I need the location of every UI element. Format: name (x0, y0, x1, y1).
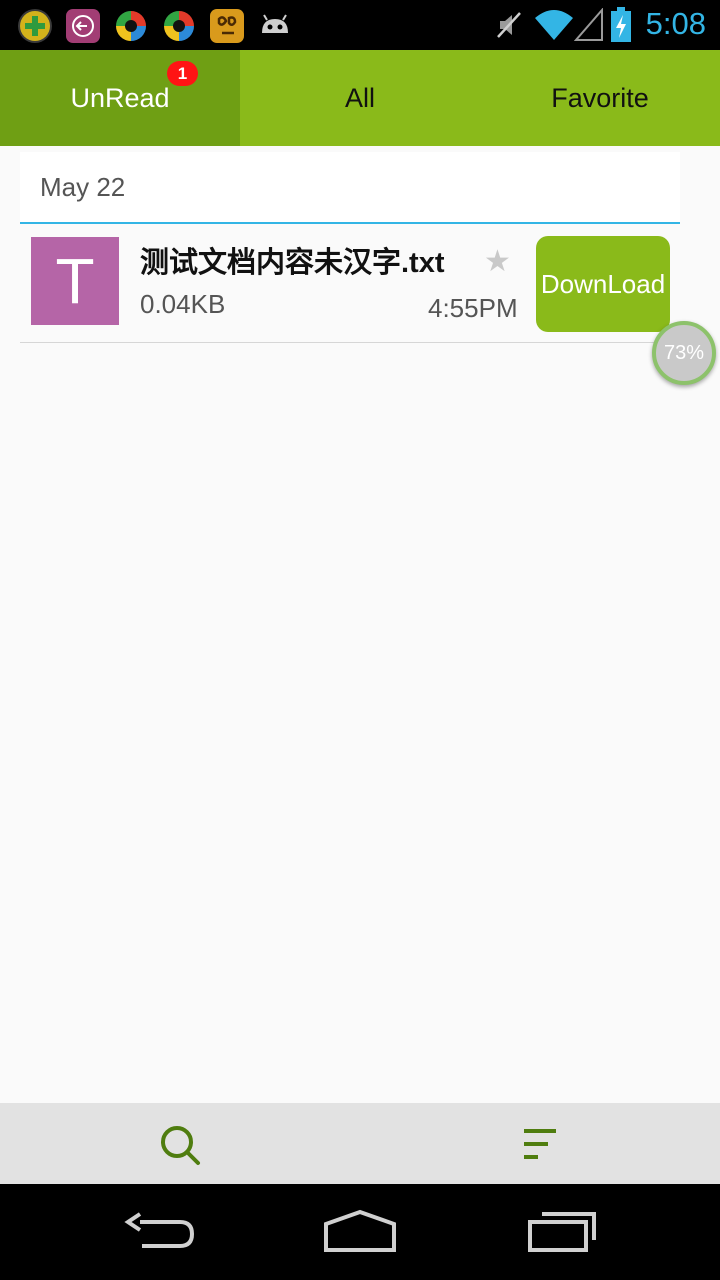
sort-icon[interactable] (518, 1123, 562, 1167)
signal-icon (574, 8, 603, 41)
android-icon (258, 9, 292, 43)
download-button[interactable]: DownLoad (536, 236, 670, 332)
wifi-icon (535, 10, 573, 40)
date-group-header: May 22 (20, 152, 680, 224)
home-icon[interactable] (320, 1206, 400, 1258)
tab-unread-label: UnRead (70, 82, 170, 113)
tab-bar: UnRead 1 All Favorite (0, 50, 720, 146)
ball-app-icon (114, 9, 148, 43)
tab-all-label: All (344, 82, 375, 113)
unread-count-badge: 1 (167, 61, 198, 86)
plus-app-icon (18, 9, 52, 43)
file-time: 4:55PM (428, 293, 518, 323)
list-item[interactable]: T 测试文档内容未汉字.txt ★ 0.04KB 4:55PM DownLoad (20, 226, 680, 343)
tab-all[interactable]: All (240, 50, 480, 146)
file-size: 0.04KB (140, 289, 226, 319)
chinese-app-icon (210, 9, 244, 43)
file-type-thumbnail: T (31, 237, 119, 325)
favorite-star-icon[interactable]: ★ (484, 244, 511, 279)
file-name: 测试文档内容未汉字.txt (140, 247, 445, 279)
battery-charging-icon (611, 7, 631, 42)
ball-app-icon-2 (162, 9, 196, 43)
back-app-icon (66, 9, 100, 43)
clock: 5:08 (645, 6, 706, 41)
date-label: May 22 (40, 172, 126, 202)
tab-unread[interactable]: UnRead 1 (0, 50, 240, 146)
tab-favorite[interactable]: Favorite (480, 50, 720, 146)
search-icon[interactable] (158, 1123, 202, 1167)
status-bar: 5:08 (0, 0, 720, 50)
system-nav-bar (0, 1184, 720, 1280)
back-icon[interactable] (120, 1206, 200, 1258)
tab-favorite-label: Favorite (551, 82, 649, 113)
recent-apps-icon[interactable] (522, 1206, 602, 1258)
floating-percent-indicator[interactable]: 73% (652, 321, 716, 385)
bottom-toolbar (0, 1103, 720, 1184)
muted-icon (497, 12, 521, 38)
